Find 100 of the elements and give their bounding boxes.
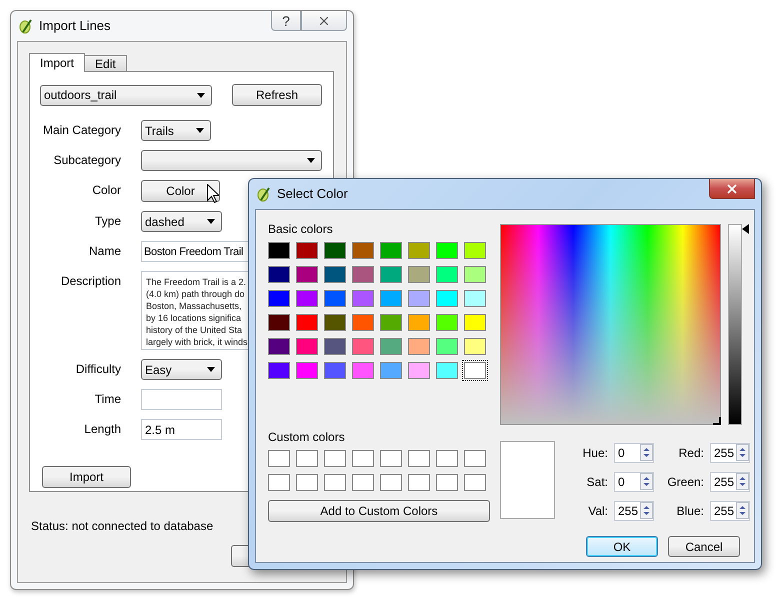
color-swatch[interactable]	[266, 312, 292, 333]
custom-color-slot[interactable]	[352, 450, 374, 467]
color-swatch[interactable]	[378, 336, 404, 357]
color-swatch[interactable]	[266, 336, 292, 357]
color-swatch[interactable]	[294, 312, 320, 333]
color-swatch[interactable]	[322, 336, 348, 357]
color-swatch[interactable]	[434, 240, 460, 261]
custom-color-slot[interactable]	[296, 450, 318, 467]
caret-icon	[207, 219, 215, 224]
close-button[interactable]	[301, 11, 347, 31]
spin-box[interactable]: 255	[710, 472, 750, 492]
spin-box[interactable]: 0	[614, 442, 654, 462]
color-swatch[interactable]	[434, 264, 460, 285]
custom-color-slot[interactable]	[464, 474, 486, 491]
dropdown[interactable]	[141, 150, 322, 171]
color-swatch[interactable]	[350, 288, 376, 309]
custom-color-slot[interactable]	[296, 474, 318, 491]
dropdown[interactable]: dashed	[141, 211, 222, 232]
field-label: Length	[83, 421, 121, 436]
color-swatch[interactable]	[434, 336, 460, 357]
spin-arrows-icon[interactable]	[640, 502, 653, 519]
color-swatch[interactable]	[350, 264, 376, 285]
color-swatch[interactable]	[462, 336, 488, 357]
color-swatch[interactable]	[322, 312, 348, 333]
color-swatch[interactable]	[378, 240, 404, 261]
dropdown[interactable]: Trails	[141, 120, 211, 141]
custom-color-slot[interactable]	[268, 474, 290, 491]
color-swatch[interactable]	[406, 360, 432, 381]
field-label: Green:	[666, 474, 704, 488]
color-swatch[interactable]	[434, 360, 460, 381]
custom-color-slot[interactable]	[324, 450, 346, 467]
custom-color-slot[interactable]	[436, 474, 458, 491]
custom-color-slot[interactable]	[408, 450, 430, 467]
spin-box[interactable]: 255	[710, 442, 750, 462]
value-slider-track[interactable]	[728, 224, 742, 425]
color-swatch[interactable]	[322, 240, 348, 261]
color-button[interactable]: Color	[141, 180, 220, 202]
color-swatch[interactable]	[266, 240, 292, 261]
spin-arrows-icon[interactable]	[640, 473, 653, 490]
tab[interactable]: Import	[29, 53, 86, 72]
add-custom-colors-button[interactable]: Add to Custom Colors	[268, 500, 490, 522]
help-button[interactable]: ?	[271, 11, 301, 31]
color-swatch[interactable]	[294, 240, 320, 261]
color-swatch[interactable]	[462, 264, 488, 285]
text-field[interactable]: 2.5 m	[141, 419, 222, 440]
color-swatch[interactable]	[350, 312, 376, 333]
color-swatch[interactable]	[434, 312, 460, 333]
color-swatch[interactable]	[462, 312, 488, 333]
color-swatch[interactable]	[462, 288, 488, 309]
color-swatch[interactable]	[406, 336, 432, 357]
color-swatch[interactable]	[378, 264, 404, 285]
color-swatch[interactable]	[294, 360, 320, 381]
color-swatch[interactable]	[406, 240, 432, 261]
custom-color-slot[interactable]	[464, 450, 486, 467]
color-swatch[interactable]	[462, 360, 488, 381]
custom-color-slot[interactable]	[352, 474, 374, 491]
color-swatch[interactable]	[294, 336, 320, 357]
color-swatch[interactable]	[266, 360, 292, 381]
color-spectrum[interactable]	[500, 224, 721, 425]
custom-color-slot[interactable]	[380, 474, 402, 491]
color-swatch[interactable]	[406, 312, 432, 333]
spin-box[interactable]: 255	[710, 500, 750, 520]
spin-arrows-icon[interactable]	[736, 502, 749, 519]
custom-color-slot[interactable]	[436, 450, 458, 467]
text-field[interactable]	[141, 389, 222, 410]
color-swatch[interactable]	[266, 264, 292, 285]
color-swatch[interactable]	[406, 288, 432, 309]
spin-arrows-icon[interactable]	[640, 444, 653, 461]
custom-color-slot[interactable]	[268, 450, 290, 467]
color-swatch[interactable]	[378, 360, 404, 381]
custom-color-slot[interactable]	[324, 474, 346, 491]
dropdown[interactable]: Easy	[141, 359, 222, 380]
dropdown[interactable]: outdoors_trail	[40, 84, 212, 106]
color-swatch[interactable]	[378, 312, 404, 333]
color-swatch[interactable]	[294, 288, 320, 309]
color-swatch[interactable]	[434, 288, 460, 309]
spin-arrows-icon[interactable]	[736, 444, 749, 461]
spin-box[interactable]: 255	[614, 500, 654, 520]
custom-color-slot[interactable]	[380, 450, 402, 467]
color-swatch[interactable]	[350, 360, 376, 381]
dialog-button[interactable]: OK	[586, 536, 658, 557]
spin-box[interactable]: 0	[614, 472, 654, 492]
custom-color-slot[interactable]	[408, 474, 430, 491]
color-swatch[interactable]	[378, 288, 404, 309]
color-swatch[interactable]	[322, 360, 348, 381]
color-swatch[interactable]	[294, 264, 320, 285]
color-swatch[interactable]	[350, 336, 376, 357]
dialog-button[interactable]: Cancel	[668, 536, 740, 557]
color-swatch[interactable]	[462, 240, 488, 261]
color-swatch[interactable]	[266, 288, 292, 309]
refresh-button[interactable]: Refresh	[232, 84, 322, 106]
tab[interactable]: Edit	[84, 55, 127, 72]
color-swatch[interactable]	[322, 264, 348, 285]
color-swatch[interactable]	[406, 264, 432, 285]
spin-arrows-icon[interactable]	[736, 473, 749, 490]
mouse-pointer-icon	[207, 184, 219, 203]
color-swatch[interactable]	[322, 288, 348, 309]
close-button[interactable]	[709, 179, 755, 199]
color-swatch[interactable]	[350, 240, 376, 261]
import-button[interactable]: Import	[42, 466, 131, 488]
